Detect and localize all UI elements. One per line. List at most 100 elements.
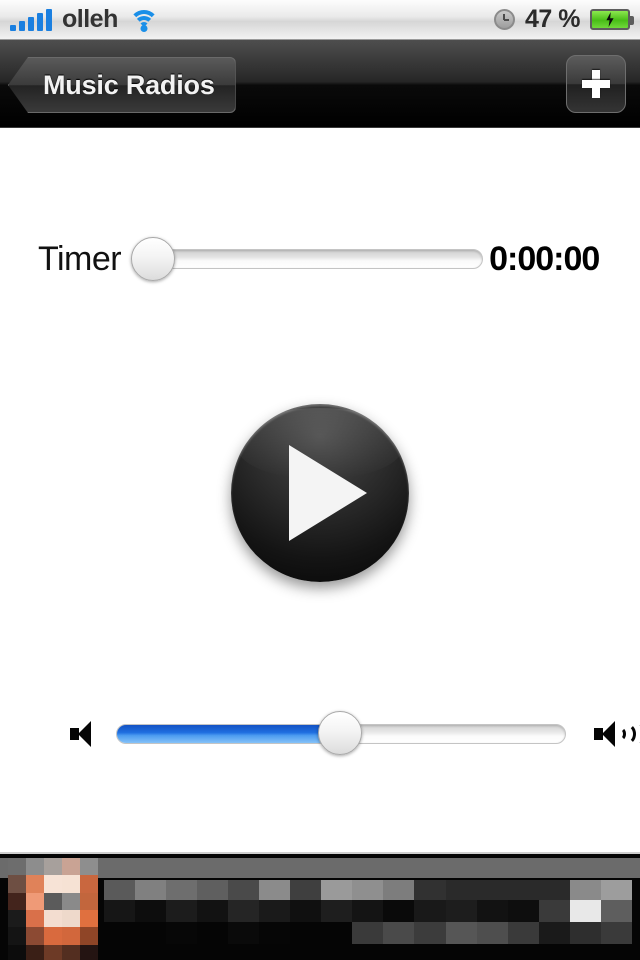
back-button-label: Music Radios	[43, 69, 215, 100]
ad-text-pixel	[259, 900, 291, 922]
ad-text-pixel	[228, 880, 260, 900]
add-button[interactable]	[566, 55, 626, 113]
ad-text-pixel	[166, 880, 198, 900]
app-root: olleh 47 % Music Radios Timer 0:00:00	[0, 0, 640, 960]
ad-text-pixel	[600, 880, 632, 900]
battery-icon	[590, 9, 634, 30]
ad-text-pixel	[414, 900, 446, 922]
ad-text-pixel	[290, 900, 322, 922]
ad-text-pixel	[600, 900, 632, 922]
signal-strength-icon	[10, 8, 52, 31]
ad-thumbnail-pixel	[44, 927, 62, 945]
ad-text-pixel	[414, 880, 446, 900]
transport-controls	[0, 404, 640, 582]
clock-icon	[494, 9, 516, 30]
ad-text-pixel	[383, 880, 415, 900]
ad-text-pixel	[135, 900, 167, 922]
status-bar-right: 47 %	[494, 5, 634, 34]
battery-percent-label: 47 %	[525, 5, 580, 33]
ad-text-pixel	[352, 900, 384, 922]
timer-slider[interactable]	[131, 236, 484, 282]
ad-thumbnail-pixel	[8, 944, 26, 960]
volume-slider[interactable]	[116, 711, 566, 757]
ad-text-pixel	[104, 922, 136, 944]
ad-thumbnail-pixel	[26, 927, 44, 945]
ad-thumbnail-pixel	[8, 892, 26, 910]
ad-text-pixel	[321, 922, 353, 944]
ad-text-pixel	[135, 922, 167, 944]
ad-text-pixel	[104, 880, 136, 900]
ad-thumbnail-pixel	[80, 858, 98, 876]
plus-icon	[580, 68, 612, 100]
timer-slider-knob[interactable]	[131, 237, 176, 281]
ad-thumbnail-pixel	[62, 910, 80, 928]
ad-thumbnail-pixel	[80, 944, 98, 960]
carrier-label: olleh	[62, 5, 118, 33]
play-icon	[289, 445, 367, 541]
ad-text-pixel	[445, 922, 477, 944]
timer-label: Timer	[38, 239, 122, 278]
ad-text-pixel	[352, 880, 384, 900]
ad-thumbnail-pixel	[26, 875, 44, 893]
ad-thumbnail-pixel	[44, 858, 62, 876]
ad-text-row-3	[104, 922, 632, 944]
ad-thumbnail-pixel	[62, 858, 80, 876]
ad-thumbnail-pixel	[44, 875, 62, 893]
ad-thumbnail-pixel	[62, 927, 80, 945]
ad-text-pixel	[197, 922, 229, 944]
ad-thumbnail-pixel	[62, 944, 80, 960]
ad-text-pixel	[228, 900, 260, 922]
ad-thumbnail-pixel	[62, 875, 80, 893]
ad-banner[interactable]	[0, 852, 640, 960]
ad-thumbnail-pixel	[80, 927, 98, 945]
ad-thumbnail-pixel	[8, 927, 26, 945]
status-bar: olleh 47 %	[0, 0, 640, 40]
ad-thumbnail-pixel	[44, 944, 62, 960]
ad-thumbnail-pixel	[26, 892, 44, 910]
ad-text-pixel	[166, 922, 198, 944]
ad-text-pixel	[414, 922, 446, 944]
ad-text-pixel	[476, 922, 508, 944]
timer-value-label: 0:00:00	[489, 239, 600, 278]
timer-row: Timer 0:00:00	[0, 229, 640, 289]
ad-text-pixel	[383, 900, 415, 922]
charging-bolt-icon	[606, 12, 614, 27]
ad-text-pixel	[445, 900, 477, 922]
volume-row	[0, 704, 640, 764]
status-bar-left: olleh	[10, 5, 160, 34]
ad-text-pixel	[290, 922, 322, 944]
ad-thumbnail-pixel	[80, 875, 98, 893]
ad-text-pixel	[600, 922, 632, 944]
speaker-max-icon	[594, 721, 640, 747]
ad-text-pixel	[228, 922, 260, 944]
ad-text-pixel	[321, 900, 353, 922]
ad-thumbnail-pixel	[62, 892, 80, 910]
ad-thumbnail-pixel	[26, 910, 44, 928]
ad-text-pixel	[476, 900, 508, 922]
ad-text-pixel	[569, 880, 601, 900]
ad-text-pixel	[569, 922, 601, 944]
ad-text-pixel	[290, 880, 322, 900]
play-button[interactable]	[231, 404, 409, 582]
ad-text-pixel	[383, 922, 415, 944]
ad-text-pixel	[507, 900, 539, 922]
ad-text-pixel	[569, 900, 601, 922]
ad-text-row-1	[104, 880, 632, 900]
ad-thumbnail-pixel	[80, 910, 98, 928]
ad-text-row-2	[104, 900, 632, 922]
ad-text-pixel	[538, 900, 570, 922]
back-button[interactable]: Music Radios	[8, 57, 236, 113]
navigation-bar: Music Radios	[0, 40, 640, 128]
ad-text-pixel	[321, 880, 353, 900]
ad-text-pixel	[197, 880, 229, 900]
ad-thumbnail-pixel	[26, 944, 44, 960]
ad-text-pixel	[538, 880, 570, 900]
ad-text-pixel	[507, 880, 539, 900]
timer-slider-track[interactable]	[153, 249, 484, 269]
volume-slider-knob[interactable]	[318, 711, 362, 755]
ad-thumbnail-pixelated	[8, 858, 98, 960]
ad-text-pixel	[259, 922, 291, 944]
ad-text-pixel	[197, 900, 229, 922]
ad-thumbnail-pixel	[26, 858, 44, 876]
ad-thumbnail-pixel	[8, 858, 26, 876]
